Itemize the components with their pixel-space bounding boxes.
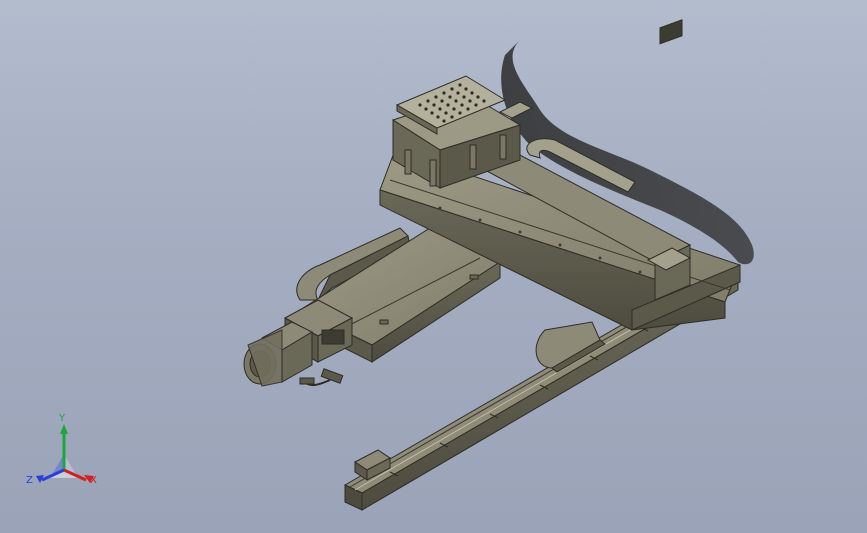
y-axis-label: Y xyxy=(59,413,66,424)
cad-viewport[interactable]: Y Z X xyxy=(0,0,867,533)
triad-icon xyxy=(36,424,94,483)
x-axis-label: X xyxy=(90,475,97,486)
gantry-assembly-model[interactable] xyxy=(0,0,867,533)
axis-triad: Y Z X xyxy=(24,414,110,498)
z-axis-label: Z xyxy=(26,475,33,486)
